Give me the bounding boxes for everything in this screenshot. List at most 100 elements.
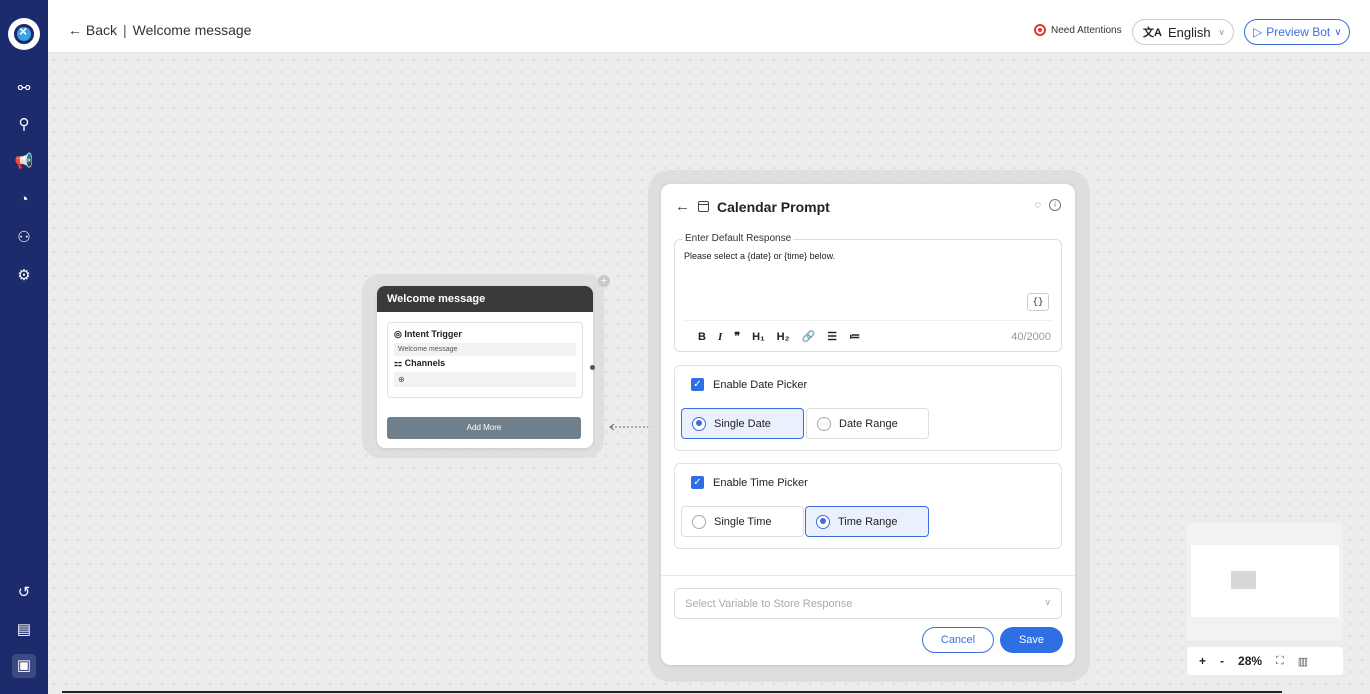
zoom-level: 28%	[1238, 654, 1263, 668]
broadcast-icon[interactable]: 📢	[12, 150, 36, 174]
intent-trigger-value: Welcome message	[394, 343, 576, 356]
link-icon[interactable]: 🔗	[802, 330, 816, 343]
radio-selected-icon	[692, 416, 706, 431]
date-picker-label: Enable Date Picker	[713, 378, 808, 391]
history-icon[interactable]: ↺	[12, 581, 36, 605]
panel-actions: ◌ i	[1034, 199, 1061, 211]
bullet-list-icon[interactable]: ≔	[849, 330, 860, 343]
time-picker-checkbox[interactable]: ✓	[691, 476, 704, 489]
time-range-option[interactable]: Time Range	[805, 506, 929, 537]
preview-bot-label: Preview Bot	[1266, 25, 1331, 39]
info-icon[interactable]: i	[1049, 199, 1061, 211]
alert-icon	[1034, 24, 1046, 36]
play-icon: ▷	[1253, 25, 1263, 39]
heading1-button[interactable]: H₁	[752, 331, 765, 343]
single-time-label: Single Time	[714, 515, 772, 528]
breadcrumb-separator: |	[123, 22, 127, 38]
logo-icon	[14, 23, 34, 44]
date-range-option[interactable]: Date Range	[806, 408, 929, 439]
time-picker-section: ✓ Enable Time Picker Single Time Time Ra…	[674, 463, 1062, 549]
breadcrumb: ← Back | Welcome message	[68, 22, 251, 38]
node-body: ◎ Intent Trigger Welcome message ⚏ Chann…	[387, 322, 583, 398]
add-node-icon[interactable]: +	[598, 275, 610, 287]
comments-icon[interactable]: ◌	[1034, 199, 1041, 211]
store-variable-placeholder: Select Variable to Store Response	[685, 598, 853, 610]
need-attentions-label: Need Attentions	[1051, 24, 1122, 36]
settings-icon[interactable]: ⚙	[12, 264, 36, 288]
character-count: 40/2000	[1011, 330, 1051, 343]
back-button[interactable]: ← Back	[68, 22, 117, 38]
zoom-controls: + - 28% ⛶ ▥	[1187, 647, 1343, 675]
channels-value: ⊕	[394, 372, 576, 387]
sidebar: ⚯ ⚲ 📢 ◔ ⚇ ⚙ ↺ ▤ ▣	[0, 0, 48, 694]
insert-variable-button[interactable]: {}	[1027, 293, 1049, 311]
date-picker-section: ✓ Enable Date Picker Single Date Date Ra…	[674, 365, 1062, 451]
save-button[interactable]: Save	[1000, 627, 1063, 653]
integrations-icon[interactable]: ⚲	[12, 113, 36, 137]
connector-handle[interactable]	[590, 365, 595, 370]
enable-time-picker[interactable]: ✓ Enable Time Picker	[691, 476, 808, 489]
language-value: English	[1167, 24, 1211, 40]
flow-icon[interactable]: ⚯	[12, 77, 36, 101]
panel-title: Calendar Prompt	[717, 198, 830, 215]
translate-icon: 文A	[1143, 27, 1162, 39]
calendar-prompt-panel: ← Calendar Prompt ◌ i Enter Default Resp…	[661, 184, 1075, 665]
fit-view-icon[interactable]: ⛶	[1276, 655, 1284, 668]
chevron-down-icon: ∨	[1044, 597, 1051, 607]
single-date-label: Single Date	[714, 417, 771, 430]
preview-bot-button[interactable]: ▷ Preview Bot ∨	[1244, 19, 1350, 45]
response-text[interactable]: Please select a {date} or {time} below.	[684, 251, 835, 261]
divider	[661, 575, 1075, 576]
top-bar: ← Back | Welcome message Need Attentions 文…	[48, 0, 1370, 53]
zoom-in-button[interactable]: +	[1199, 654, 1206, 668]
logo[interactable]	[8, 18, 40, 50]
minimap-viewport	[1191, 545, 1339, 617]
analytics-icon[interactable]: ◔	[12, 188, 36, 212]
radio-icon	[692, 514, 706, 529]
bottom-border	[62, 691, 1282, 693]
channels-label: Channels	[404, 358, 446, 368]
minimap[interactable]	[1187, 523, 1343, 641]
heading2-button[interactable]: H₂	[777, 331, 790, 343]
date-picker-checkbox[interactable]: ✓	[691, 378, 704, 391]
italic-button[interactable]: I	[718, 331, 722, 343]
radio-icon	[817, 416, 831, 431]
enable-date-picker[interactable]: ✓ Enable Date Picker	[691, 378, 807, 391]
users-icon[interactable]: ⚇	[12, 226, 36, 250]
intent-trigger-label: Intent Trigger	[404, 329, 462, 339]
cancel-button[interactable]: Cancel	[922, 627, 994, 653]
language-select[interactable]: 文A English ∨	[1132, 19, 1234, 45]
back-arrow-icon[interactable]: ←	[675, 198, 690, 215]
globe-icon: ⊕	[398, 375, 405, 384]
single-time-option[interactable]: Single Time	[681, 506, 804, 537]
node-title: Welcome message	[377, 286, 593, 312]
map-icon[interactable]: ▥	[1298, 655, 1308, 668]
target-icon: ◎	[394, 329, 405, 339]
formatting-toolbar: B I ❞ H₁ H₂ 🔗 ☰ ≔ 40/2000	[685, 320, 1051, 352]
channels: ⚏ Channels	[394, 358, 576, 369]
single-date-option[interactable]: Single Date	[681, 408, 804, 439]
page-title: Welcome message	[132, 22, 252, 38]
intent-trigger: ◎ Intent Trigger	[394, 329, 576, 340]
bold-button[interactable]: B	[698, 331, 706, 343]
time-picker-label: Enable Time Picker	[713, 476, 808, 489]
store-variable-select[interactable]: Select Variable to Store Response ∨	[674, 588, 1062, 619]
response-legend: Enter Default Response	[683, 233, 794, 244]
docs-icon[interactable]: ▤	[12, 618, 36, 642]
collapse-icon[interactable]: ▣	[12, 654, 36, 678]
minimap-node	[1231, 571, 1256, 589]
need-attentions[interactable]: Need Attentions	[1034, 24, 1122, 36]
chevron-down-icon: ∨	[1218, 26, 1225, 37]
chevron-down-icon: ∨	[1334, 26, 1342, 38]
channels-icon: ⚏	[394, 358, 405, 368]
default-response-field[interactable]: Enter Default Response Please select a {…	[674, 233, 1062, 352]
welcome-message-node[interactable]: Welcome message ◎ Intent Trigger Welcome…	[377, 286, 593, 448]
time-range-label: Time Range	[838, 515, 898, 528]
zoom-out-button[interactable]: -	[1220, 654, 1224, 668]
panel-header: ← Calendar Prompt	[675, 198, 830, 215]
radio-selected-icon	[816, 514, 830, 529]
ordered-list-icon[interactable]: ☰	[827, 330, 837, 343]
date-range-label: Date Range	[839, 417, 898, 430]
add-more-button[interactable]: Add More	[387, 417, 581, 439]
quote-button[interactable]: ❞	[734, 330, 740, 343]
